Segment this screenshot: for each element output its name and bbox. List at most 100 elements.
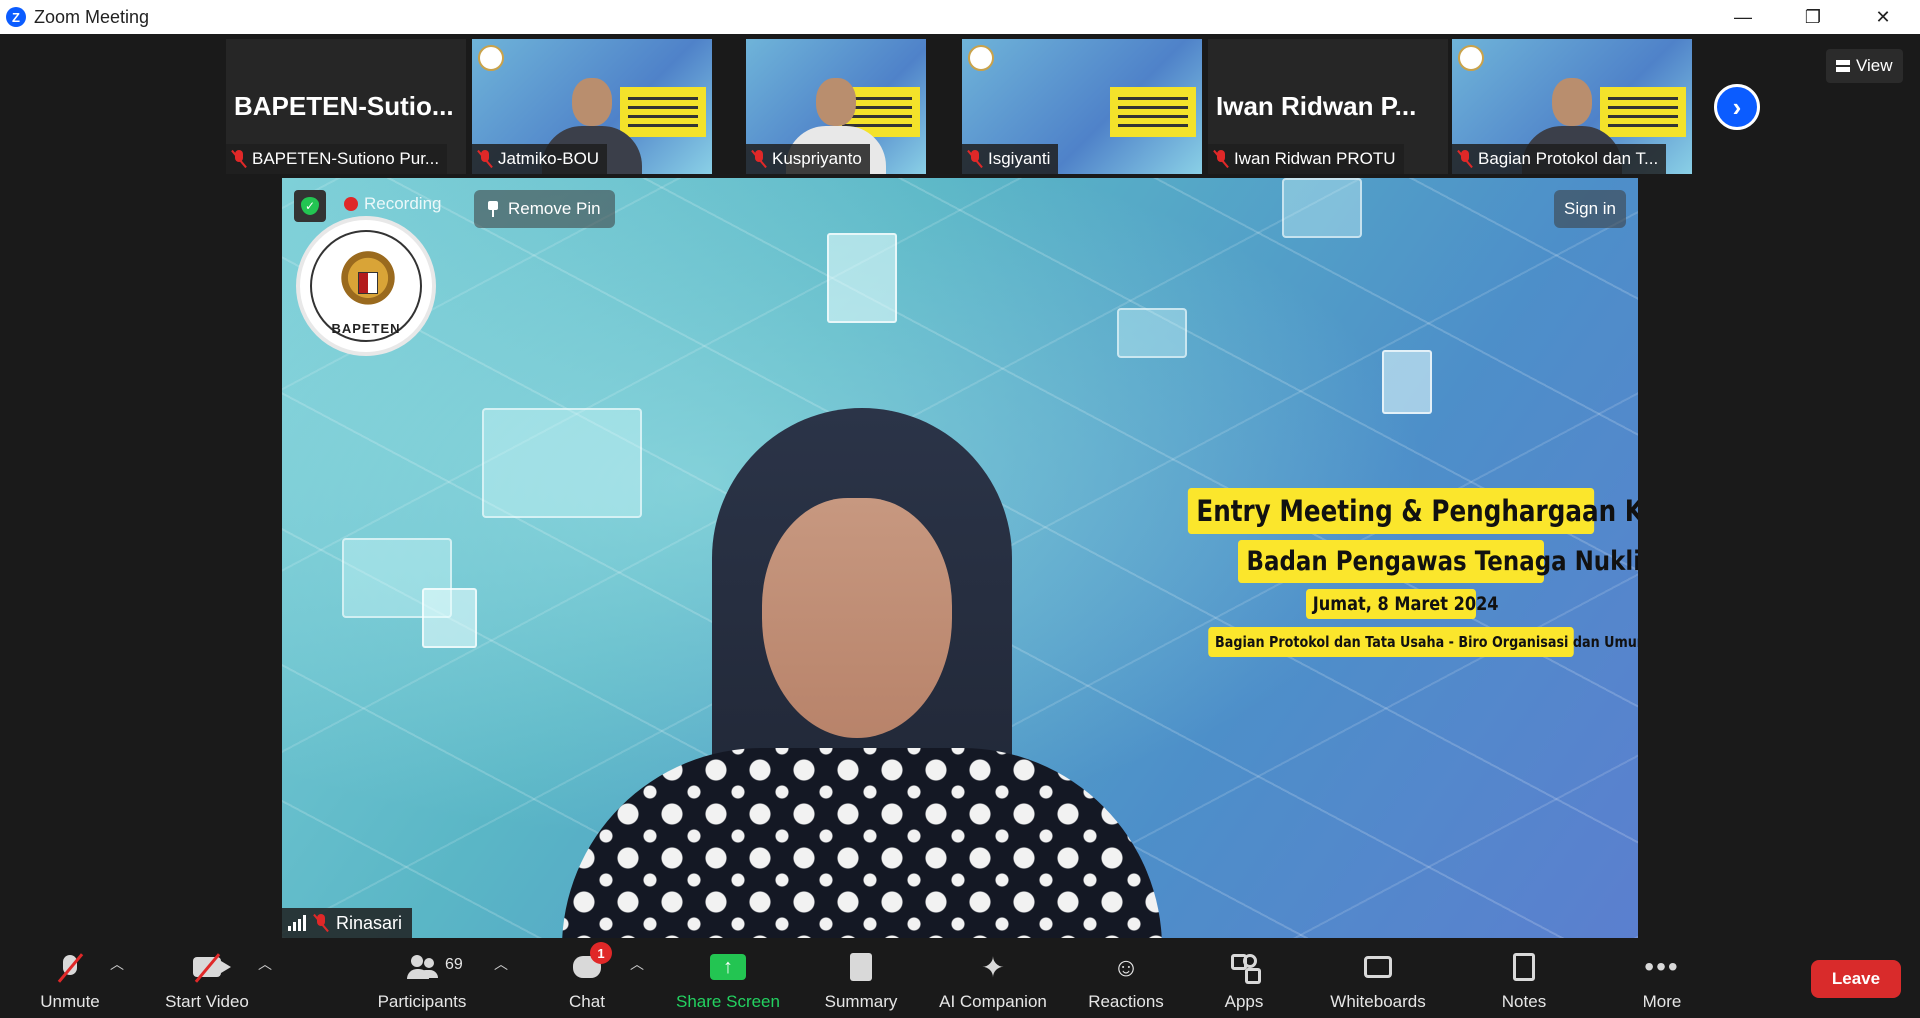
participant-name: Bagian Protokol dan T... <box>1478 149 1659 168</box>
remove-pin-button[interactable]: Remove Pin <box>474 190 615 228</box>
summary-icon <box>844 950 878 984</box>
whiteboards-label: Whiteboards <box>1330 992 1426 1011</box>
bapeten-logo-icon <box>968 45 994 71</box>
sign-in-button[interactable]: Sign in <box>1554 190 1626 228</box>
smiley-plus-icon: ☺ <box>1112 951 1140 982</box>
participant-name: Iwan Ridwan PROTU <box>1234 149 1396 168</box>
participant-thumbnail[interactable]: Bagian Protokol dan T... <box>1452 39 1692 174</box>
mic-muted-icon <box>1214 150 1228 168</box>
chat-unread-badge: 1 <box>590 942 612 964</box>
next-page-arrow-icon[interactable]: › <box>1714 84 1760 130</box>
pin-icon <box>488 201 498 217</box>
reactions-label: Reactions <box>1088 992 1164 1011</box>
whiteboards-button[interactable]: Whiteboards <box>1322 938 1434 1018</box>
participant-display-name: Iwan Ridwan P... <box>1216 91 1417 121</box>
banner-department: Bagian Protokol dan Tata Usaha - Biro Or… <box>1208 627 1638 657</box>
record-dot-icon <box>344 197 358 211</box>
background-folder <box>1282 178 1362 238</box>
audio-options-caret-icon[interactable]: ︿ <box>110 954 124 974</box>
encryption-shield-icon[interactable]: ✓ <box>294 190 326 222</box>
mic-muted-icon <box>1458 150 1472 168</box>
chat-label: Chat <box>569 992 605 1011</box>
recording-label: Recording <box>364 194 442 213</box>
camera-off-icon <box>190 950 231 984</box>
participants-button[interactable]: 69 Participants <box>370 938 474 1018</box>
remove-pin-label: Remove Pin <box>508 199 601 218</box>
reactions-button[interactable]: ☺ Reactions <box>1080 938 1172 1018</box>
view-button-label: View <box>1856 56 1893 75</box>
participant-name-tag: Iwan Ridwan PROTU <box>1208 144 1404 174</box>
window-title: Zoom Meeting <box>34 6 150 27</box>
presenter-person <box>562 408 1162 938</box>
participant-thumbnail[interactable]: Kuspriyanto <box>746 39 926 174</box>
banner-date: Jumat, 8 Maret 2024 <box>1306 589 1499 619</box>
participant-thumbnail[interactable]: Iwan Ridwan P... Iwan Ridwan PROTU <box>1208 39 1448 174</box>
participant-thumbnail[interactable]: BAPETEN-Sutio... BAPETEN-Sutiono Pur... <box>226 39 466 174</box>
unmute-label: Unmute <box>40 992 100 1011</box>
participants-options-caret-icon[interactable]: ︿ <box>494 954 508 974</box>
ai-companion-button[interactable]: ✦ AI Companion <box>930 938 1056 1018</box>
participant-name: BAPETEN-Sutiono Pur... <box>252 149 440 168</box>
apps-icon <box>1227 950 1261 984</box>
participant-name-tag: Jatmiko-BOU <box>472 144 608 174</box>
speaker-name: Rinasari <box>336 912 403 933</box>
share-screen-label: Share Screen <box>676 992 780 1011</box>
background-document <box>827 233 897 323</box>
bapeten-logo-icon <box>1458 45 1484 71</box>
participant-thumbnail[interactable]: Jatmiko-BOU <box>472 39 712 174</box>
share-screen-button[interactable]: ↑ Share Screen <box>670 938 786 1018</box>
bapeten-seal-logo: BAPETEN <box>296 216 436 356</box>
mic-muted-icon <box>968 150 982 168</box>
view-button[interactable]: View <box>1826 49 1903 83</box>
apps-button[interactable]: Apps <box>1216 938 1272 1018</box>
bapeten-logo-icon <box>478 45 504 71</box>
more-button[interactable]: ••• More <box>1634 938 1690 1018</box>
summary-label: Summary <box>824 992 898 1011</box>
unmute-button[interactable]: Unmute <box>30 938 110 1018</box>
participant-name-tag: Bagian Protokol dan T... <box>1452 144 1667 174</box>
speaker-name-tag: Rinasari <box>282 908 413 938</box>
main-video[interactable]: BAPETEN ✓ Recording Remove Pin Sign in E… <box>282 178 1638 938</box>
summary-button[interactable]: Summary <box>815 938 907 1018</box>
start-video-label: Start Video <box>165 992 249 1011</box>
microphone-muted-icon <box>53 950 87 984</box>
whiteboard-icon <box>1361 950 1395 984</box>
share-screen-icon: ↑ <box>710 954 746 980</box>
participant-name-tag: Kuspriyanto <box>746 144 870 174</box>
participant-thumbnail[interactable]: Isgiyanti <box>962 39 1202 174</box>
background-banner <box>1110 87 1196 137</box>
leave-button[interactable]: Leave <box>1811 960 1901 998</box>
participant-name: Isgiyanti <box>988 149 1051 168</box>
more-label: More <box>1642 992 1682 1011</box>
restore-button[interactable]: ❐ <box>1778 0 1848 34</box>
meeting-toolbar: Unmute ︿ Start Video ︿ 69 Participants ︿… <box>0 938 1920 1018</box>
participant-name-tag: BAPETEN-Sutiono Pur... <box>226 144 448 174</box>
zoom-logo-icon: Z <box>6 7 26 27</box>
ai-companion-label: AI Companion <box>939 992 1047 1011</box>
close-button[interactable]: ✕ <box>1848 0 1918 34</box>
minimize-button[interactable]: — <box>1708 0 1778 34</box>
participants-icon: 69 <box>405 950 463 984</box>
gallery-view-icon <box>1836 60 1850 72</box>
chat-button[interactable]: 1 Chat <box>557 938 617 1018</box>
participant-name-tag: Isgiyanti <box>962 144 1059 174</box>
more-dots-icon: ••• <box>1644 951 1680 982</box>
chat-options-caret-icon[interactable]: ︿ <box>630 954 644 974</box>
apps-label: Apps <box>1224 992 1264 1011</box>
start-video-button[interactable]: Start Video <box>155 938 259 1018</box>
mic-muted-icon <box>232 150 246 168</box>
banner-organization: Badan Pengawas Tenaga Nuklir <box>1238 540 1638 583</box>
mic-muted-icon <box>478 150 492 168</box>
background-document <box>422 588 477 648</box>
event-banner: Entry Meeting & Penghargaan Kearsipan Ba… <box>1152 488 1638 657</box>
participants-count: 69 <box>445 956 463 973</box>
video-options-caret-icon[interactable]: ︿ <box>258 954 272 974</box>
participant-name: Jatmiko-BOU <box>498 149 600 168</box>
notes-icon <box>1507 950 1541 984</box>
participant-display-name: BAPETEN-Sutio... <box>234 91 454 121</box>
notes-button[interactable]: Notes <box>1493 938 1555 1018</box>
notes-label: Notes <box>1501 992 1547 1011</box>
participant-name: Kuspriyanto <box>772 149 862 168</box>
mic-muted-icon <box>314 914 328 932</box>
background-document <box>1382 350 1432 414</box>
